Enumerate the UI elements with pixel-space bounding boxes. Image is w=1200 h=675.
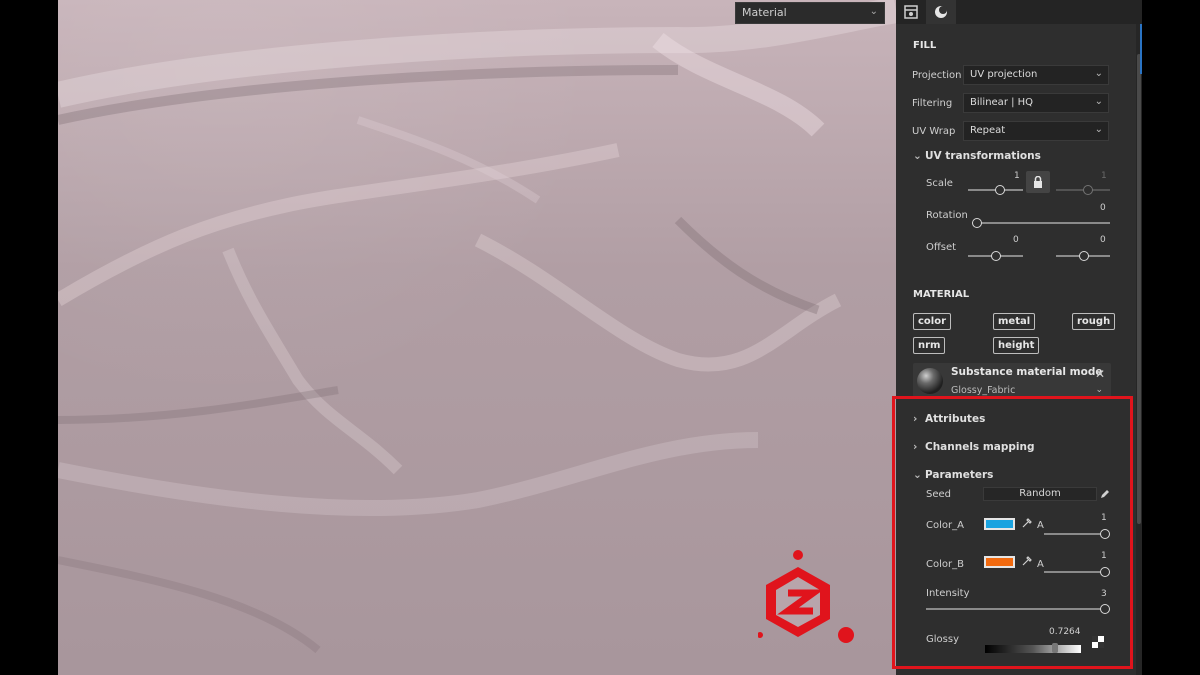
chevron-down-icon: ⌄ [913, 150, 922, 162]
channels-mapping-title: Channels mapping [925, 441, 1035, 453]
eyedropper-icon[interactable] [1022, 518, 1032, 528]
slider-knob[interactable] [1100, 529, 1110, 539]
uv-wrap-dropdown[interactable]: Repeat ⌄ [963, 121, 1109, 141]
slider-knob[interactable] [972, 218, 982, 228]
intensity-slider[interactable] [926, 604, 1110, 614]
slider-knob[interactable] [995, 185, 1005, 195]
panel-tabbar [896, 0, 1142, 24]
fill-section-title: FILL [913, 40, 937, 51]
checker-texture-icon[interactable] [1092, 636, 1104, 648]
rotation-label: Rotation [926, 210, 968, 221]
color-a-alpha-slider[interactable] [1044, 529, 1110, 539]
attributes-title: Attributes [925, 413, 986, 425]
glossy-value: 0.7264 [1049, 627, 1081, 637]
scale-u-slider[interactable] [968, 185, 1023, 195]
intensity-label: Intensity [926, 588, 970, 599]
chevron-down-icon[interactable]: ⌄ [1095, 385, 1103, 395]
slider-knob[interactable] [1079, 251, 1089, 261]
scrollbar-thumb[interactable] [1137, 54, 1141, 524]
slider-knob[interactable] [991, 251, 1001, 261]
random-seed-button[interactable]: Random [983, 487, 1097, 501]
chevron-down-icon: ⌄ [869, 6, 878, 17]
channel-chip-metal[interactable]: metal [993, 313, 1036, 330]
offset-label: Offset [926, 242, 957, 253]
projection-dropdown[interactable]: UV projection ⌄ [963, 65, 1109, 85]
scale-v-slider [1056, 185, 1110, 195]
panel-scrollbar[interactable] [1136, 24, 1142, 675]
slider-knob[interactable] [1100, 604, 1110, 614]
chevron-right-icon: › [913, 413, 918, 425]
chevron-right-icon: › [913, 441, 918, 453]
uv-transformations-title: UV transformations [925, 150, 1041, 162]
scale-v-value: 1 [1101, 171, 1107, 181]
intensity-value: 3 [1101, 589, 1107, 599]
rotation-value: 0 [1100, 203, 1106, 213]
chevron-down-icon: ⌄ [1094, 96, 1103, 107]
filtering-label: Filtering [912, 98, 953, 109]
viewport-material-dropdown-value: Material [742, 6, 787, 19]
color-a-alpha-label: A [1037, 520, 1044, 531]
filtering-dropdown[interactable]: Bilinear | HQ ⌄ [963, 93, 1109, 113]
uv-wrap-value: Repeat [970, 125, 1006, 136]
pencil-icon[interactable] [1100, 489, 1110, 499]
chevron-down-icon: ⌄ [913, 469, 922, 481]
tab-material[interactable] [926, 0, 956, 24]
3d-viewport[interactable]: Material ⌄ [58, 0, 896, 675]
offset-u-value: 0 [1013, 235, 1019, 245]
material-card-title: Substance material mode [951, 366, 1103, 378]
channel-chip-color[interactable]: color [913, 313, 952, 330]
material-sphere-icon [935, 6, 947, 18]
glossy-gradient-slider[interactable] [985, 645, 1081, 653]
eyedropper-icon[interactable] [1022, 556, 1032, 566]
lock-icon [1034, 176, 1042, 188]
offset-u-slider[interactable] [968, 251, 1023, 261]
material-card[interactable]: Substance material mode Glossy_Fabric ✕ … [913, 363, 1111, 397]
uv-wrap-label: UV Wrap [912, 126, 956, 137]
offset-v-value: 0 [1100, 235, 1106, 245]
material-preview-sphere [917, 368, 943, 394]
channels-mapping-header[interactable]: › Channels mapping [913, 441, 1035, 453]
attributes-header[interactable]: › Attributes [913, 413, 985, 425]
color-b-swatch[interactable] [984, 556, 1015, 568]
color-b-label: Color_B [926, 559, 964, 570]
chevron-down-icon: ⌄ [1094, 124, 1103, 135]
channel-chip-rough[interactable]: rough [1072, 313, 1116, 330]
offset-v-slider[interactable] [1056, 251, 1110, 261]
viewport-material-dropdown[interactable]: Material ⌄ [735, 2, 885, 24]
slider-knob[interactable] [1100, 567, 1110, 577]
projection-value: UV projection [970, 69, 1038, 80]
rotation-slider[interactable] [972, 218, 1110, 228]
glossy-label: Glossy [926, 634, 959, 645]
color-b-alpha-value: 1 [1101, 551, 1107, 561]
scale-label: Scale [926, 178, 953, 189]
close-icon[interactable]: ✕ [1095, 367, 1105, 381]
chevron-down-icon: ⌄ [1094, 68, 1103, 79]
color-a-swatch[interactable] [984, 518, 1015, 530]
panel-accent-edge [1140, 24, 1142, 74]
parameters-header[interactable]: ⌄ Parameters [913, 469, 993, 481]
parameters-title: Parameters [925, 469, 994, 481]
channel-chip-height[interactable]: height [993, 337, 1040, 354]
material-card-subtitle: Glossy_Fabric [951, 385, 1016, 396]
slider-knob [1083, 185, 1093, 195]
color-a-label: Color_A [926, 520, 964, 531]
properties-icon [904, 5, 918, 19]
seed-label: Seed [926, 489, 951, 500]
tab-properties[interactable] [896, 0, 926, 24]
filtering-value: Bilinear | HQ [970, 97, 1034, 108]
scale-u-value: 1 [1014, 171, 1020, 181]
properties-panel: FILL Projection UV projection ⌄ Filterin… [896, 0, 1142, 675]
material-section-title: MATERIAL [913, 289, 970, 300]
color-b-alpha-slider[interactable] [1044, 567, 1110, 577]
projection-label: Projection [912, 70, 962, 81]
color-a-alpha-value: 1 [1101, 513, 1107, 523]
slider-knob[interactable] [1051, 643, 1058, 653]
substance-logo-icon [758, 550, 854, 643]
uv-transformations-header[interactable]: ⌄ UV transformations [913, 150, 1041, 162]
scale-lock-button[interactable] [1026, 171, 1050, 193]
channel-chip-nrm[interactable]: nrm [913, 337, 946, 354]
color-b-alpha-label: A [1037, 559, 1044, 570]
